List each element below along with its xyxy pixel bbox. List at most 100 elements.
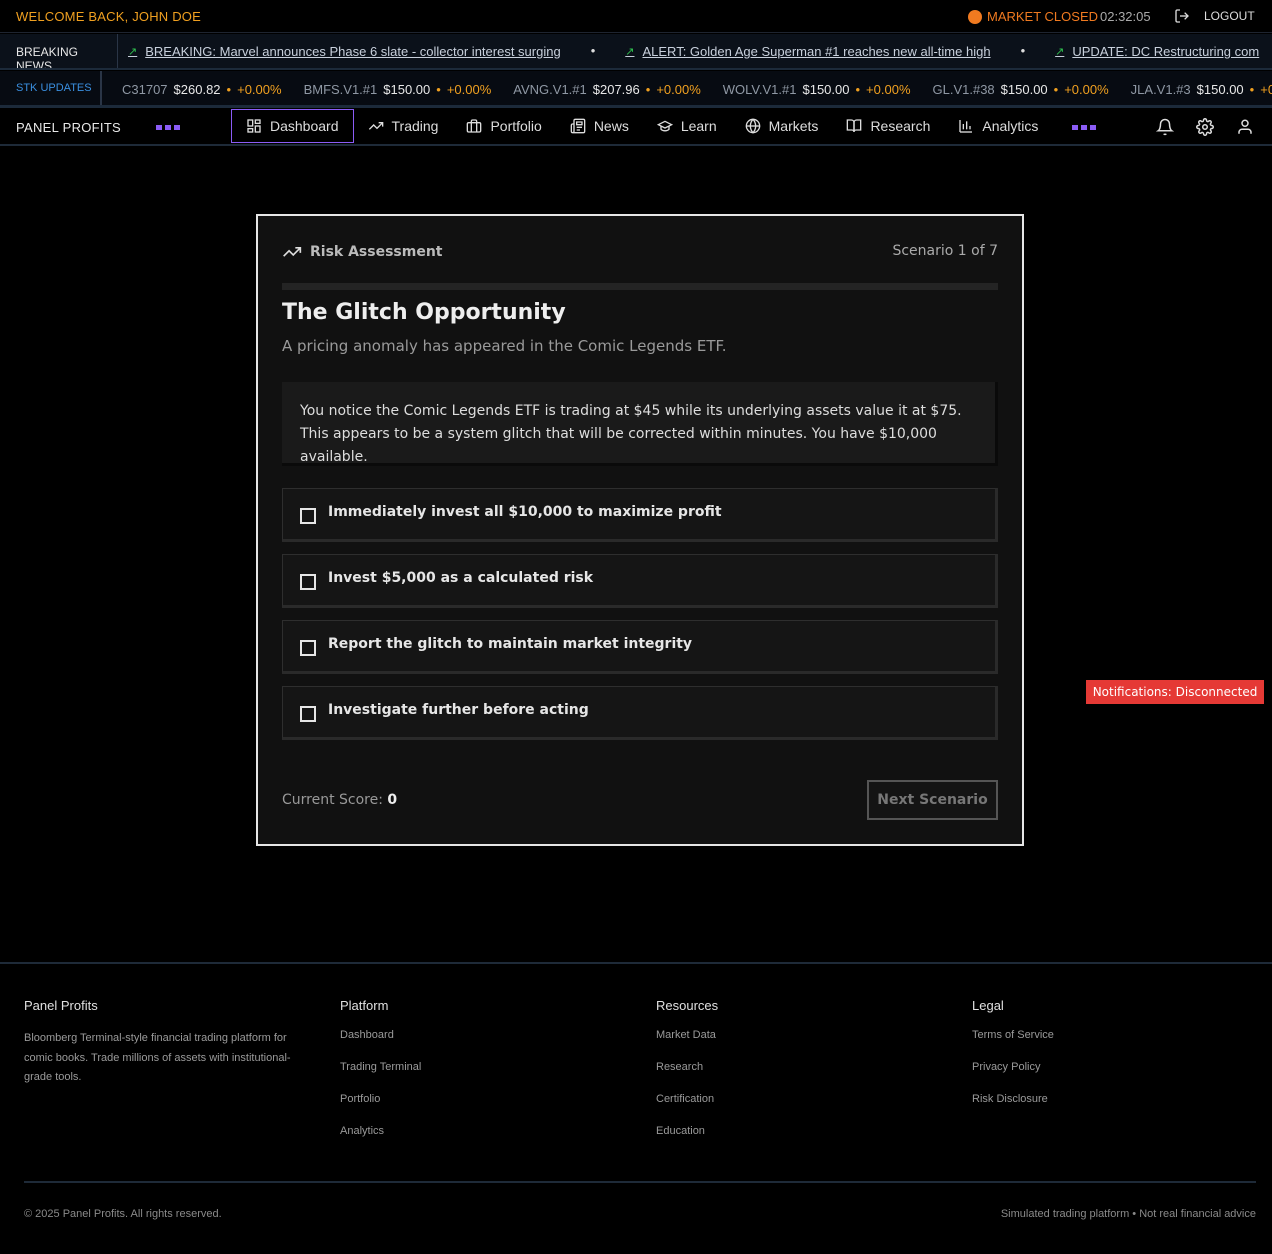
stock-ticker: C31707 $260.82 • +0.00% BMFS.V1.#1 $150.00 • +0… <box>122 82 1272 97</box>
stock-updates-label: STK UPDATES <box>0 71 102 105</box>
option-card[interactable]: Invest $5,000 as a calculated risk <box>282 554 998 608</box>
news-item[interactable]: ↗ UPDATE: DC Restructuring com <box>1055 44 1259 59</box>
nav-item-news[interactable]: News <box>556 109 643 143</box>
footer-legal: Legal Terms of Service Privacy Policy Ri… <box>972 998 1054 1125</box>
footer-link[interactable]: Analytics <box>340 1125 421 1137</box>
nav-item-portfolio[interactable]: Portfolio <box>452 109 555 143</box>
footer-link[interactable]: Dashboard <box>340 1029 421 1041</box>
footer-heading: Legal <box>972 998 1004 1013</box>
user-icon[interactable] <box>1236 118 1254 136</box>
trending-up-icon <box>283 247 302 257</box>
breaking-news-label: BREAKING NEWS <box>0 34 118 68</box>
dashboard-icon <box>247 119 261 133</box>
option-label: Immediately invest all $10,000 to maximi… <box>328 504 722 520</box>
footer-link[interactable]: Terms of Service <box>972 1029 1054 1041</box>
scenario-counter: Scenario 1 of 7 <box>892 243 998 259</box>
globe-icon <box>745 118 760 134</box>
nav-item-learn[interactable]: Learn <box>643 109 731 143</box>
option-label: Invest $5,000 as a calculated risk <box>328 570 594 586</box>
nav-item-trading[interactable]: Trading <box>354 109 453 143</box>
footer: Panel Profits Bloomberg Terminal-style f… <box>0 962 1272 1254</box>
checkbox[interactable] <box>300 705 316 722</box>
graduation-cap-icon <box>656 120 673 132</box>
footer-description: Bloomberg Terminal-style financial tradi… <box>24 1032 291 1083</box>
nav-item-analytics[interactable]: Analytics <box>944 109 1052 143</box>
score-value: 0 <box>387 792 398 808</box>
checkbox[interactable] <box>300 573 316 590</box>
settings-gear-icon[interactable] <box>1196 118 1214 136</box>
clock: 02:32:05 <box>1100 9 1151 24</box>
nav-item-dashboard[interactable]: Dashboard <box>231 109 354 143</box>
notification-status-badge: Notifications: Disconnected <box>1086 680 1264 704</box>
bar-chart-icon <box>959 120 973 133</box>
footer-link[interactable]: Trading Terminal <box>340 1061 421 1073</box>
newspaper-icon <box>570 118 586 134</box>
stock-item[interactable]: C31707 $260.82 • +0.00% <box>122 82 282 97</box>
top-bar: WELCOME BACK, JOHN DOE MARKET CLOSED 02:… <box>0 0 1272 33</box>
risk-assessment-card: Risk Assessment Scenario 1 of 7 The Glit… <box>256 214 1024 846</box>
footer-brand: Panel Profits <box>24 998 98 1013</box>
footer-heading: Resources <box>656 998 719 1013</box>
news-separator: • <box>1020 43 1026 58</box>
logout-label: LOGOUT <box>1204 9 1255 23</box>
nav-items: Dashboard Trading Portfolio News Learn M… <box>231 109 1052 143</box>
footer-divider <box>24 1181 1256 1183</box>
footer-link[interactable]: Market Data <box>656 1029 718 1041</box>
scenario-description: You notice the Comic Legends ETF is trad… <box>282 382 998 466</box>
footer-link[interactable]: Privacy Policy <box>972 1061 1054 1073</box>
logout-button[interactable]: LOGOUT <box>1174 8 1255 24</box>
footer-about: Panel Profits Bloomberg Terminal-style f… <box>24 998 314 1088</box>
decorative-dots-icon <box>156 125 180 130</box>
progress-bar <box>282 283 998 290</box>
briefcase-icon <box>467 119 482 133</box>
option-card[interactable]: Immediately invest all $10,000 to maximi… <box>282 488 998 542</box>
news-ticker: ↗ BREAKING: Marvel announces Phase 6 slat… <box>128 43 1259 59</box>
logout-icon <box>1175 9 1189 23</box>
footer-heading: Platform <box>340 998 389 1013</box>
news-item[interactable]: ↗ ALERT: Golden Age Superman #1 reaches n… <box>625 44 990 59</box>
score-label: Current Score: <box>282 792 383 808</box>
trending-up-icon <box>368 122 383 130</box>
news-item[interactable]: ↗ BREAKING: Marvel announces Phase 6 slat… <box>128 44 561 59</box>
card-header: Risk Assessment <box>282 242 443 262</box>
current-score: Current Score: 0 <box>282 792 397 808</box>
option-label: Report the glitch to maintain market int… <box>328 636 693 652</box>
stock-item[interactable]: WOLV.V1.#1 $150.00 • +0.00% <box>723 82 911 97</box>
option-label: Investigate further before acting <box>328 702 589 718</box>
stock-item[interactable]: AVNG.V1.#1 $207.96 • +0.00% <box>513 82 700 97</box>
market-status: MARKET CLOSED <box>968 9 1098 24</box>
next-scenario-button[interactable]: Next Scenario <box>867 780 998 820</box>
option-card[interactable]: Report the glitch to maintain market int… <box>282 620 998 674</box>
book-open-icon <box>847 119 862 133</box>
stock-item[interactable]: BMFS.V1.#1 $150.00 • +0.00% <box>304 82 492 97</box>
breaking-news-bar: BREAKING NEWS ↗ BREAKING: Marvel announce… <box>0 34 1272 70</box>
bell-icon[interactable] <box>1156 118 1174 136</box>
nav-item-markets[interactable]: Markets <box>731 109 833 143</box>
stock-updates-bar: STK UPDATES C31707 $260.82 • +0.00% BMFS.V1.… <box>0 71 1272 108</box>
footer-link[interactable]: Certification <box>656 1093 718 1105</box>
checkbox[interactable] <box>300 507 316 524</box>
disclaimer: Simulated trading platform • Not real fi… <box>1000 1208 1256 1220</box>
nav-item-research[interactable]: Research <box>832 109 944 143</box>
scenario-title: The Glitch Opportunity <box>282 300 566 325</box>
stock-item[interactable]: JLA.V1.#3$150.00•+0.00 <box>1131 82 1272 97</box>
welcome-message: WELCOME BACK, JOHN DOE <box>16 9 201 24</box>
section-label: Risk Assessment <box>310 244 443 260</box>
decorative-dots-icon <box>1072 125 1096 130</box>
footer-link[interactable]: Research <box>656 1061 718 1073</box>
option-card[interactable]: Investigate further before acting <box>282 686 998 740</box>
checkbox[interactable] <box>300 639 316 656</box>
footer-platform: Platform Dashboard Trading Terminal Port… <box>340 998 421 1157</box>
status-dot-icon <box>968 9 982 24</box>
footer-link[interactable]: Education <box>656 1125 718 1137</box>
nav-actions <box>1156 118 1254 136</box>
market-status-label: MARKET CLOSED <box>987 9 1099 24</box>
footer-link[interactable]: Portfolio <box>340 1093 421 1105</box>
stock-item[interactable]: GL.V1.#38 $150.00 • +0.00% <box>933 82 1109 97</box>
copyright: © 2025 Panel Profits. All rights reserve… <box>24 1208 222 1220</box>
footer-link[interactable]: Risk Disclosure <box>972 1093 1054 1105</box>
news-separator: • <box>590 43 596 58</box>
brand-logo[interactable]: PANEL PROFITS <box>16 120 121 135</box>
main-nav: PANEL PROFITS Dashboard Trading Portfoli… <box>0 108 1272 146</box>
trending-up-icon: ↗ <box>625 46 635 58</box>
